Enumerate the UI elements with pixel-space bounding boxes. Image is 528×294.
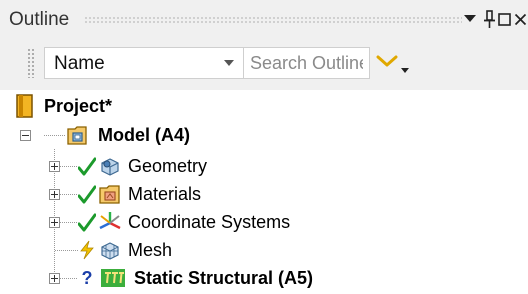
lightning-status-icon <box>78 240 96 260</box>
tree-item-model[interactable]: Model (A4) <box>66 121 190 149</box>
materials-icon <box>98 183 122 205</box>
tree-item-label: Geometry <box>128 155 208 176</box>
static-structural-icon <box>100 267 126 289</box>
tree-item-static-structural[interactable]: ? Static Structural (A5) <box>78 264 314 292</box>
toolbar-grip[interactable] <box>27 48 35 78</box>
name-filter-value: Name <box>54 53 105 74</box>
mesh-icon <box>98 239 122 261</box>
collapse-model-toggle[interactable] <box>20 130 31 141</box>
tree-item-mesh[interactable]: Mesh <box>78 236 172 264</box>
select-arrow-icon <box>223 56 235 74</box>
close-icon[interactable] <box>513 7 527 31</box>
tree-item-project[interactable]: Project* <box>16 92 112 120</box>
panel-titlebar: Outline <box>0 0 528 39</box>
tree-item-label: Mesh <box>128 239 173 260</box>
check-status-icon <box>77 156 97 176</box>
titlebar-grip[interactable] <box>84 16 462 23</box>
outline-panel: Outline Name Search Outline Project* Mod… <box>0 0 528 294</box>
tree-connector <box>55 250 78 251</box>
model-icon <box>66 124 90 146</box>
tree-connector <box>60 194 78 195</box>
name-filter-select[interactable]: Name <box>44 47 244 79</box>
tree-item-label: Model (A4) <box>98 124 190 145</box>
check-status-icon <box>77 212 97 232</box>
pin-icon[interactable] <box>482 7 496 31</box>
tree-item-label: Materials <box>128 183 202 204</box>
check-status-icon <box>77 184 97 204</box>
tree-item-coordinate-systems[interactable]: Coordinate Systems <box>77 208 291 236</box>
tree-connector <box>44 135 66 136</box>
question-status-icon: ? <box>81 268 93 288</box>
geometry-icon <box>98 155 122 177</box>
project-book-icon <box>16 94 36 118</box>
coordinate-systems-icon <box>98 211 122 233</box>
maximize-icon[interactable] <box>497 7 511 31</box>
tree-connector <box>60 278 78 279</box>
tree-item-label: Coordinate Systems <box>128 211 291 232</box>
filter-options-icon <box>400 60 409 78</box>
tree-item-label: Static Structural (A5) <box>134 267 314 288</box>
tree-connector <box>60 222 78 223</box>
expand-materials-toggle[interactable] <box>49 189 60 200</box>
tree-item-label: Project* <box>44 95 113 116</box>
outline-tree: Project* Model (A4) Geometry Materials C… <box>0 90 528 294</box>
outline-toolbar: Name <box>0 38 528 90</box>
tree-item-geometry[interactable]: Geometry <box>77 152 208 180</box>
search-outline-input[interactable] <box>244 47 370 79</box>
dropdown-arrow-icon[interactable] <box>462 7 478 31</box>
chevron-down-icon <box>376 54 398 73</box>
filter-options-button[interactable] <box>372 47 412 79</box>
expand-static-structural-toggle[interactable] <box>49 273 60 284</box>
tree-item-materials[interactable]: Materials <box>77 180 202 208</box>
tree-connector <box>60 166 78 167</box>
panel-title: Outline <box>9 9 70 30</box>
expand-geometry-toggle[interactable] <box>49 161 60 172</box>
expand-coordinate-systems-toggle[interactable] <box>49 217 60 228</box>
